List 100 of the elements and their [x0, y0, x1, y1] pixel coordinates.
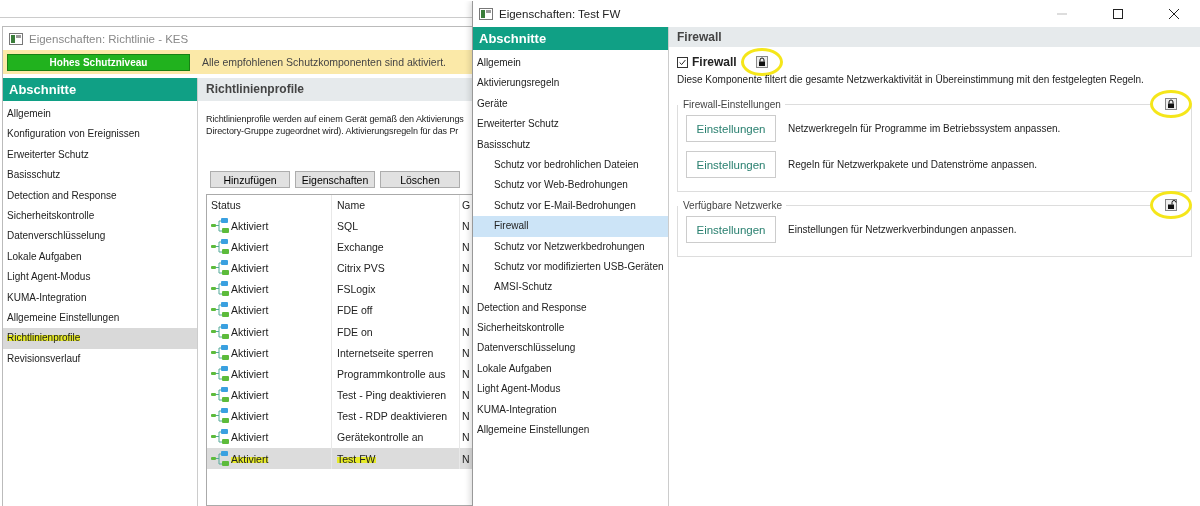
- table-row[interactable]: Aktiviert FDE off N: [207, 299, 472, 321]
- window-icon: [9, 32, 23, 45]
- settings-button[interactable]: Einstellungen: [686, 151, 776, 178]
- profile-tree-icon: [211, 365, 231, 382]
- table-cell: N: [462, 410, 470, 423]
- sidebar-item[interactable]: Detection and Response: [473, 297, 668, 319]
- sidebar-item[interactable]: Basisschutz: [473, 134, 668, 155]
- sidebar-item[interactable]: Sicherheitskontrolle: [473, 318, 668, 339]
- table-cell: N: [462, 431, 470, 444]
- lock-icon[interactable]: [1165, 98, 1177, 110]
- profile-tree-icon: [211, 429, 231, 446]
- table-cell: Test - RDP deaktivieren: [337, 410, 448, 423]
- table-cell: FDE on: [337, 325, 373, 338]
- sidebar-item[interactable]: Lokale Aufgaben: [3, 246, 197, 268]
- table-cell: Aktiviert: [231, 261, 269, 274]
- setting-description: Regeln für Netzwerkpakete und Datenströme anpassen.: [788, 159, 1038, 170]
- settings-button[interactable]: Einstellungen: [686, 115, 776, 142]
- table-cell: Test - Ping deaktivieren: [337, 389, 447, 402]
- maximize-icon[interactable]: [1112, 8, 1124, 20]
- table-row[interactable]: Aktiviert Test - Ping deaktivieren N: [207, 384, 472, 406]
- sidebar-item[interactable]: Konfiguration von Ereignissen: [3, 124, 197, 145]
- unlock-icon[interactable]: [1165, 199, 1177, 211]
- table-cell: Programmkontrolle aus: [337, 367, 446, 380]
- table-cell: FDE off: [337, 304, 373, 317]
- column-header[interactable]: Name: [337, 199, 365, 211]
- settings-button[interactable]: Einstellungen: [686, 216, 776, 243]
- table-cell: N: [462, 304, 470, 317]
- toolbar-button[interactable]: Hinzufügen: [210, 171, 290, 188]
- sidebar-item[interactable]: Basisschutz: [3, 165, 197, 186]
- description-text: Richtlinienprofile werden auf einem Gerät gemäß den Aktivierungs: [206, 113, 465, 125]
- sidebar-header: Abschnitte: [473, 27, 668, 50]
- sidebar-item[interactable]: Light Agent-Modus: [473, 379, 668, 400]
- sidebar-item[interactable]: Detection and Response: [3, 185, 197, 206]
- group-title: Firewall-Einstellungen: [682, 98, 782, 110]
- sidebar-header: Abschnitte: [3, 78, 197, 101]
- table-row[interactable]: Aktiviert Exchange N: [207, 236, 472, 258]
- sidebar-item[interactable]: Sicherheitskontrolle: [3, 205, 197, 227]
- toolbar-button[interactable]: Eigenschaften: [295, 171, 375, 188]
- table-cell: Aktiviert: [231, 346, 269, 359]
- sidebar-item[interactable]: Aktivierungsregeln: [473, 73, 668, 94]
- table-cell: N: [462, 389, 470, 402]
- profile-tree-icon: [211, 387, 231, 404]
- checkbox[interactable]: [677, 56, 688, 68]
- table-row[interactable]: Aktiviert Programmkontrolle aus N: [207, 363, 472, 385]
- table-cell: Aktiviert: [231, 410, 269, 423]
- sidebar-item[interactable]: Richtlinienprofile: [3, 328, 197, 349]
- sidebar-item[interactable]: Light Agent-Modus: [3, 267, 197, 288]
- sidebar-item[interactable]: Schutz vor bedrohlichen Dateien: [473, 154, 668, 176]
- table-cell: N: [462, 240, 470, 253]
- sidebar-item[interactable]: Allgemein: [473, 53, 668, 74]
- table-row[interactable]: Aktiviert Internetseite sperren N: [207, 342, 472, 364]
- window-icon: [479, 8, 493, 20]
- sidebar-item[interactable]: Schutz vor Web-Bedrohungen: [473, 175, 668, 196]
- table-cell: N: [462, 367, 470, 380]
- table-row[interactable]: Aktiviert SQL N: [207, 215, 472, 237]
- table-cell: N: [462, 452, 470, 465]
- status-message: Alle empfohlenen Schutzkomponenten sind aktiviert.: [202, 56, 446, 68]
- table-cell: SQL: [337, 219, 358, 232]
- table-cell: N: [462, 219, 470, 232]
- profile-tree-icon: [211, 450, 231, 467]
- table-row[interactable]: Aktiviert FDE on N: [207, 320, 472, 343]
- profile-tree-icon: [211, 408, 231, 425]
- sidebar-item[interactable]: Lokale Aufgaben: [473, 358, 668, 380]
- table-cell: Aktiviert: [231, 325, 269, 338]
- sidebar-item[interactable]: Allgemeine Einstellungen: [3, 307, 197, 329]
- sidebar-item[interactable]: KUMA-Integration: [473, 399, 668, 421]
- table-cell: N: [462, 261, 470, 274]
- sidebar-item[interactable]: Allgemeine Einstellungen: [473, 420, 668, 441]
- sidebar-item[interactable]: Datenverschlüsselung: [3, 226, 197, 247]
- table-row[interactable]: Aktiviert Citrix PVS N: [207, 257, 472, 279]
- sidebar-item[interactable]: Datenverschlüsselung: [473, 338, 668, 359]
- profile-tree-icon: [211, 323, 231, 340]
- setting-description: Einstellungen für Netzwerkverbindungen anpassen.: [788, 224, 1017, 235]
- sidebar-item[interactable]: Revisionsverlauf: [3, 348, 197, 370]
- sidebar-item[interactable]: Allgemein: [3, 104, 197, 125]
- sidebar-item[interactable]: KUMA-Integration: [3, 287, 197, 308]
- sidebar-item[interactable]: Schutz vor Netzwerkbedrohungen: [473, 236, 668, 257]
- column-header[interactable]: G: [462, 199, 471, 211]
- sidebar-item[interactable]: Erweiterter Schutz: [473, 114, 668, 135]
- table-row[interactable]: Aktiviert Test - RDP deaktivieren N: [207, 405, 472, 427]
- table-cell: Gerätekontrolle an: [337, 431, 424, 444]
- column-header[interactable]: Status: [211, 199, 241, 211]
- table-cell: Aktiviert: [231, 304, 269, 317]
- table-cell: N: [462, 325, 470, 338]
- sidebar-item[interactable]: Schutz vor E-Mail-Bedrohungen: [473, 195, 668, 217]
- sidebar-item[interactable]: Firewall: [473, 216, 668, 237]
- table-cell: Internetseite sperren: [337, 346, 434, 359]
- table-row[interactable]: Aktiviert FSLogix N: [207, 278, 472, 300]
- table-cell: Exchange: [337, 240, 384, 253]
- sidebar-item[interactable]: Schutz vor modifizierten USB-Geräten: [473, 256, 668, 278]
- window-title: Eigenschaften: Richtlinie - KES: [29, 32, 189, 45]
- lock-icon[interactable]: [755, 56, 768, 68]
- component-label: Firewall: [692, 55, 737, 69]
- sidebar-item[interactable]: AMSI-Schutz: [473, 277, 668, 298]
- panel-header: Richtlinienprofile: [198, 78, 473, 101]
- toolbar-button[interactable]: Löschen: [380, 171, 460, 188]
- sidebar-item[interactable]: Geräte: [473, 93, 668, 115]
- close-icon[interactable]: [1168, 8, 1180, 20]
- sidebar-item[interactable]: Erweiterter Schutz: [3, 144, 197, 166]
- component-description: Diese Komponente filtert die gesamte Netzwerkaktivität in Übereinstimmung mit den festgelegten Regeln.: [677, 74, 1145, 85]
